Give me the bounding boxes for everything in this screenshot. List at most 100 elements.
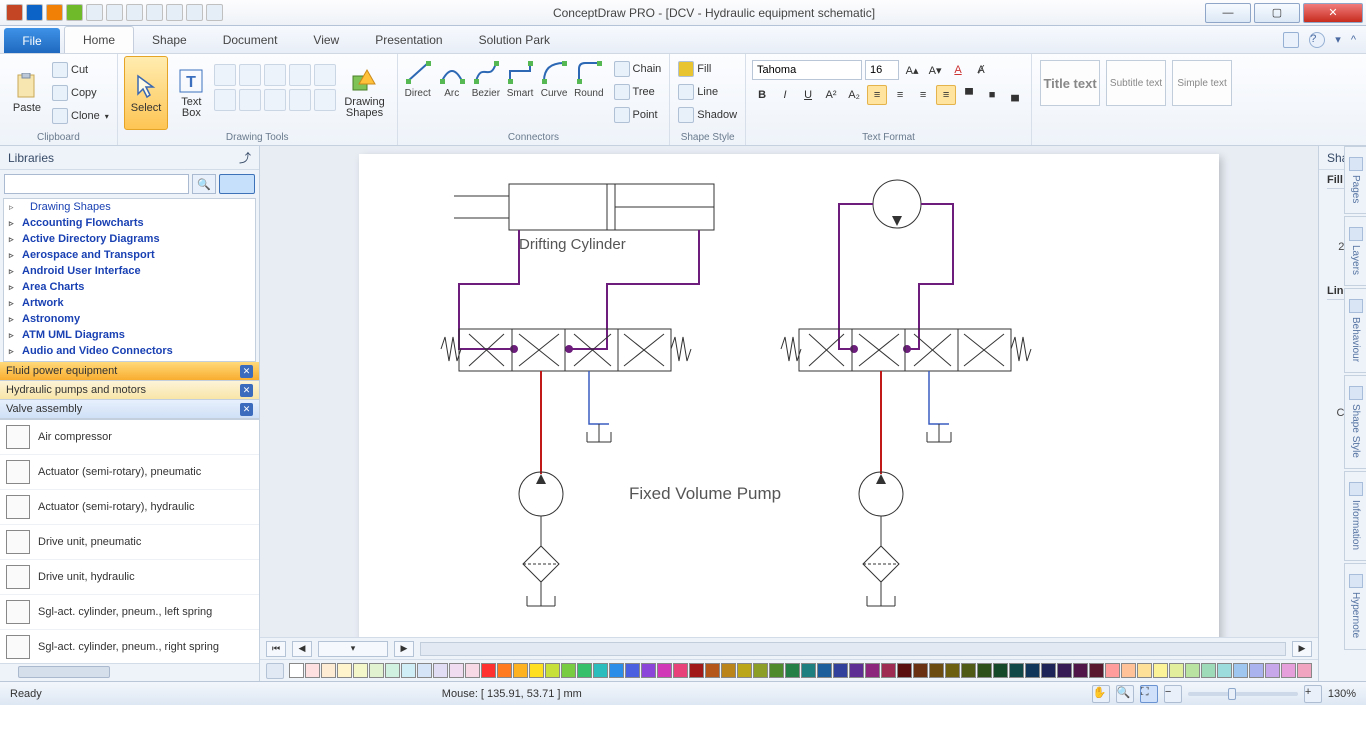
palette-color[interactable] xyxy=(929,663,944,678)
palette-color[interactable] xyxy=(577,663,592,678)
palette-color[interactable] xyxy=(657,663,672,678)
palette-color[interactable] xyxy=(945,663,960,678)
italic[interactable]: I xyxy=(775,85,795,105)
page-prev[interactable]: ◀ xyxy=(292,641,312,657)
tree-item[interactable]: Android User Interface xyxy=(4,263,255,279)
palette-color[interactable] xyxy=(1105,663,1120,678)
palette-color[interactable] xyxy=(305,663,320,678)
sidetab-behaviour[interactable]: Behaviour xyxy=(1344,288,1366,373)
tab-presentation[interactable]: Presentation xyxy=(357,26,460,53)
palette-color[interactable] xyxy=(1201,663,1216,678)
palette-color[interactable] xyxy=(673,663,688,678)
palette-color[interactable] xyxy=(1281,663,1296,678)
qat-btn[interactable] xyxy=(126,4,143,21)
palette-color[interactable] xyxy=(609,663,624,678)
palette-color[interactable] xyxy=(1153,663,1168,678)
connector-direct[interactable]: Direct xyxy=(404,59,432,130)
tool-btn[interactable] xyxy=(314,89,336,111)
palette-color[interactable] xyxy=(465,663,480,678)
page-current[interactable]: ▾ xyxy=(318,641,388,657)
palette-color[interactable] xyxy=(1185,663,1200,678)
palette-color[interactable] xyxy=(881,663,896,678)
palette-tool[interactable] xyxy=(266,663,284,679)
qat-btn[interactable] xyxy=(186,4,203,21)
shape-item[interactable]: Sgl-act. cylinder, pneum., left spring xyxy=(0,595,259,630)
shape-item[interactable]: Drive unit, pneumatic xyxy=(0,525,259,560)
zoom-in[interactable]: + xyxy=(1304,685,1322,703)
palette-color[interactable] xyxy=(1009,663,1024,678)
line-button[interactable]: Line xyxy=(676,81,739,103)
size-select[interactable] xyxy=(865,60,899,80)
sidetab-hypernote[interactable]: Hypernote xyxy=(1344,563,1366,649)
view-toggle[interactable] xyxy=(219,174,255,194)
palette-color[interactable] xyxy=(737,663,752,678)
palette-color[interactable] xyxy=(993,663,1008,678)
zoom-tool[interactable]: 🔍 xyxy=(1116,685,1134,703)
chain-button[interactable]: Chain xyxy=(612,58,664,80)
align-right[interactable]: ≡ xyxy=(913,85,933,105)
superscript[interactable]: A² xyxy=(821,85,841,105)
tree-item[interactable]: Accounting Flowcharts xyxy=(4,215,255,231)
tool-btn[interactable] xyxy=(214,89,236,111)
close-icon[interactable]: ✕ xyxy=(240,403,253,416)
cut-button[interactable]: Cut xyxy=(50,59,111,81)
point-button[interactable]: Point xyxy=(612,104,664,126)
fit-tool[interactable]: ⛶ xyxy=(1140,685,1158,703)
palette-color[interactable] xyxy=(321,663,336,678)
palette-color[interactable] xyxy=(913,663,928,678)
palette-color[interactable] xyxy=(721,663,736,678)
palette-color[interactable] xyxy=(689,663,704,678)
palette-color[interactable] xyxy=(289,663,304,678)
options-icon[interactable] xyxy=(1283,32,1299,48)
shape-item[interactable]: Actuator (semi-rotary), hydraulic xyxy=(0,490,259,525)
clone-button[interactable]: Clone▾ xyxy=(50,105,111,127)
palette-color[interactable] xyxy=(481,663,496,678)
palette-color[interactable] xyxy=(801,663,816,678)
palette-color[interactable] xyxy=(337,663,352,678)
palette-color[interactable] xyxy=(625,663,640,678)
copy-button[interactable]: Copy xyxy=(50,82,111,104)
palette-color[interactable] xyxy=(513,663,528,678)
connector-round[interactable]: Round xyxy=(574,59,603,130)
align-center[interactable]: ≡ xyxy=(890,85,910,105)
scroll-end[interactable]: ▶ xyxy=(1292,641,1312,657)
connector-smart[interactable]: Smart xyxy=(506,59,534,130)
palette-color[interactable] xyxy=(1025,663,1040,678)
connector-curve[interactable]: Curve xyxy=(540,59,568,130)
palette-color[interactable] xyxy=(1041,663,1056,678)
sidetab-pages[interactable]: Pages xyxy=(1344,146,1366,214)
maximize-button[interactable]: ▢ xyxy=(1254,3,1300,23)
valign-top[interactable]: ▀ xyxy=(959,85,979,105)
tree-item[interactable]: Audio and Video Connectors xyxy=(4,343,255,359)
file-menu[interactable]: File xyxy=(4,28,60,53)
tool-btn[interactable] xyxy=(289,64,311,86)
palette-color[interactable] xyxy=(817,663,832,678)
sidetab-shapestyle[interactable]: Shape Style xyxy=(1344,375,1366,469)
page-next[interactable]: ▶ xyxy=(394,641,414,657)
palette-color[interactable] xyxy=(785,663,800,678)
qat-btn[interactable] xyxy=(66,4,83,21)
tree-item[interactable]: Drawing Shapes xyxy=(4,199,255,215)
palette-color[interactable] xyxy=(769,663,784,678)
fill-button[interactable]: Fill xyxy=(676,58,739,80)
clear-format[interactable]: Ⱥ xyxy=(971,60,991,80)
hscroll[interactable] xyxy=(0,663,259,681)
qat-btn[interactable] xyxy=(106,4,123,21)
qat-btn[interactable] xyxy=(86,4,103,21)
palette-color[interactable] xyxy=(897,663,912,678)
textbox-button[interactable]: T Text Box xyxy=(170,56,212,130)
palette-color[interactable] xyxy=(1249,663,1264,678)
qat-btn[interactable] xyxy=(166,4,183,21)
hscrollbar[interactable] xyxy=(420,642,1286,656)
connector-bezier[interactable]: Bezier xyxy=(472,59,500,130)
lib-category[interactable]: Valve assembly✕ xyxy=(0,400,259,419)
tab-view[interactable]: View xyxy=(295,26,357,53)
pin-icon[interactable]: ⤴ xyxy=(239,149,251,166)
palette-color[interactable] xyxy=(561,663,576,678)
tool-btn[interactable] xyxy=(264,64,286,86)
close-icon[interactable]: ✕ xyxy=(240,365,253,378)
zoom-out[interactable]: − xyxy=(1164,685,1182,703)
palette-color[interactable] xyxy=(369,663,384,678)
align-justify[interactable]: ≡ xyxy=(936,85,956,105)
palette-color[interactable] xyxy=(865,663,880,678)
